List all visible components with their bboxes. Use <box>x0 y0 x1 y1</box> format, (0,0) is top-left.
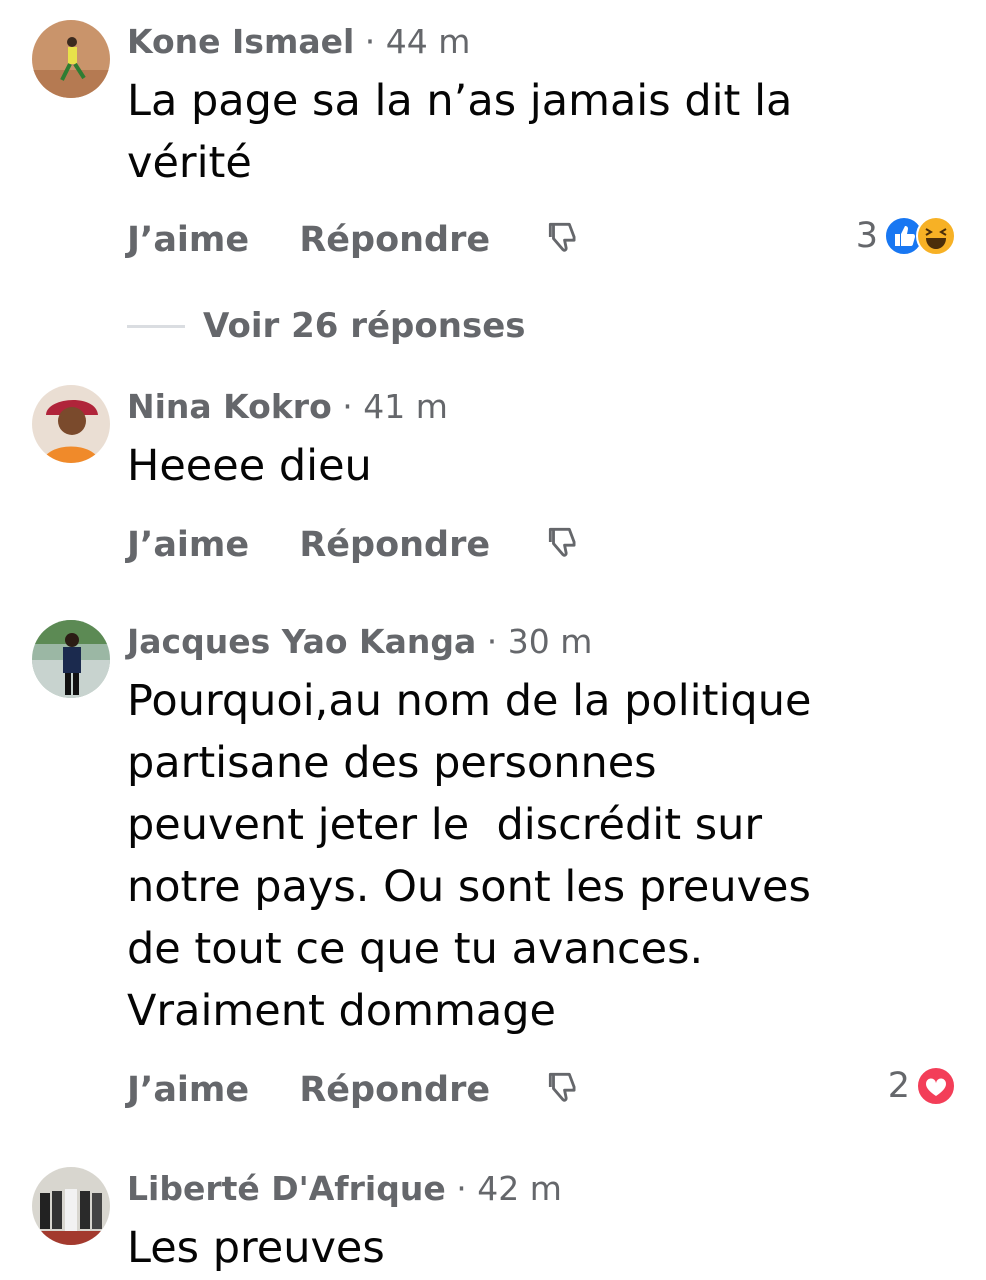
meta-separator: · <box>364 22 376 61</box>
comment-text: Heeee dieu <box>127 441 372 491</box>
avatar-image <box>32 1167 110 1245</box>
comment-actions: J’aime Répondre <box>127 521 582 569</box>
comment-jacques-yao-kanga: Jacques Yao Kanga · 30 m Pourquoi,au nom… <box>0 620 986 1120</box>
avatar[interactable] <box>32 1167 110 1245</box>
meta-separator: · <box>456 1169 467 1208</box>
comment-header: Liberté D'Afrique · 42 m <box>127 1167 562 1211</box>
meta-separator: · <box>342 387 353 426</box>
avatar-image <box>32 385 110 463</box>
author-name[interactable]: Kone Ismael <box>127 22 354 61</box>
reaction-count: 2 <box>887 1066 910 1106</box>
comment-kone-ismael: Kone Ismael · 44 m La page sa la n’as ja… <box>0 20 986 280</box>
like-button[interactable]: J’aime <box>127 216 249 264</box>
reaction-summary[interactable]: 2 <box>888 1066 956 1106</box>
avatar[interactable] <box>32 620 110 698</box>
comment-actions: J’aime Répondre <box>127 216 582 264</box>
comment-text: Pourquoi,au nom de la politique partisan… <box>127 676 812 1036</box>
avatar-image <box>32 20 110 98</box>
love-icon <box>916 1066 956 1106</box>
avatar[interactable] <box>32 20 110 98</box>
comment-text: La page sa la n’as jamais dit la vérité <box>127 76 793 188</box>
avatar[interactable] <box>32 385 110 463</box>
avatar-image <box>32 620 110 698</box>
comment-header: Kone Ismael · 44 m <box>127 20 470 64</box>
comment-text: Les preuves <box>127 1223 385 1273</box>
author-name[interactable]: Liberté D'Afrique <box>127 1169 446 1208</box>
dislike-icon[interactable] <box>544 217 582 257</box>
reaction-count: 3 <box>855 216 878 256</box>
author-name[interactable]: Jacques Yao Kanga <box>127 622 476 661</box>
timestamp[interactable]: 44 m <box>386 22 471 61</box>
comment-nina-kokro: Nina Kokro · 41 m Heeee dieu J’aime Répo… <box>0 385 986 575</box>
reply-button[interactable]: Répondre <box>299 521 490 569</box>
view-replies-link[interactable]: Voir 26 réponses <box>127 306 526 346</box>
reply-button[interactable]: Répondre <box>299 216 490 264</box>
timestamp[interactable]: 42 m <box>477 1169 562 1208</box>
comment-liberte-dafrique: Liberté D'Afrique · 42 m Les preuves <box>0 1167 986 1280</box>
like-button[interactable]: J’aime <box>127 521 249 569</box>
meta-separator: · <box>486 622 498 661</box>
timestamp[interactable]: 30 m <box>508 622 593 661</box>
like-button[interactable]: J’aime <box>127 1066 249 1114</box>
comment-actions: J’aime Répondre <box>127 1066 582 1114</box>
dislike-icon[interactable] <box>544 1067 582 1107</box>
author-name[interactable]: Nina Kokro <box>127 387 332 426</box>
reply-button[interactable]: Répondre <box>299 1066 490 1114</box>
replies-connector-line <box>127 324 185 328</box>
dislike-icon[interactable] <box>544 522 582 562</box>
timestamp[interactable]: 41 m <box>363 387 448 426</box>
comment-header: Nina Kokro · 41 m <box>127 385 448 429</box>
comment-header: Jacques Yao Kanga · 30 m <box>127 620 592 664</box>
view-replies-label: Voir 26 réponses <box>203 306 526 346</box>
haha-icon <box>916 216 956 256</box>
reaction-summary[interactable]: 3 <box>856 216 956 256</box>
